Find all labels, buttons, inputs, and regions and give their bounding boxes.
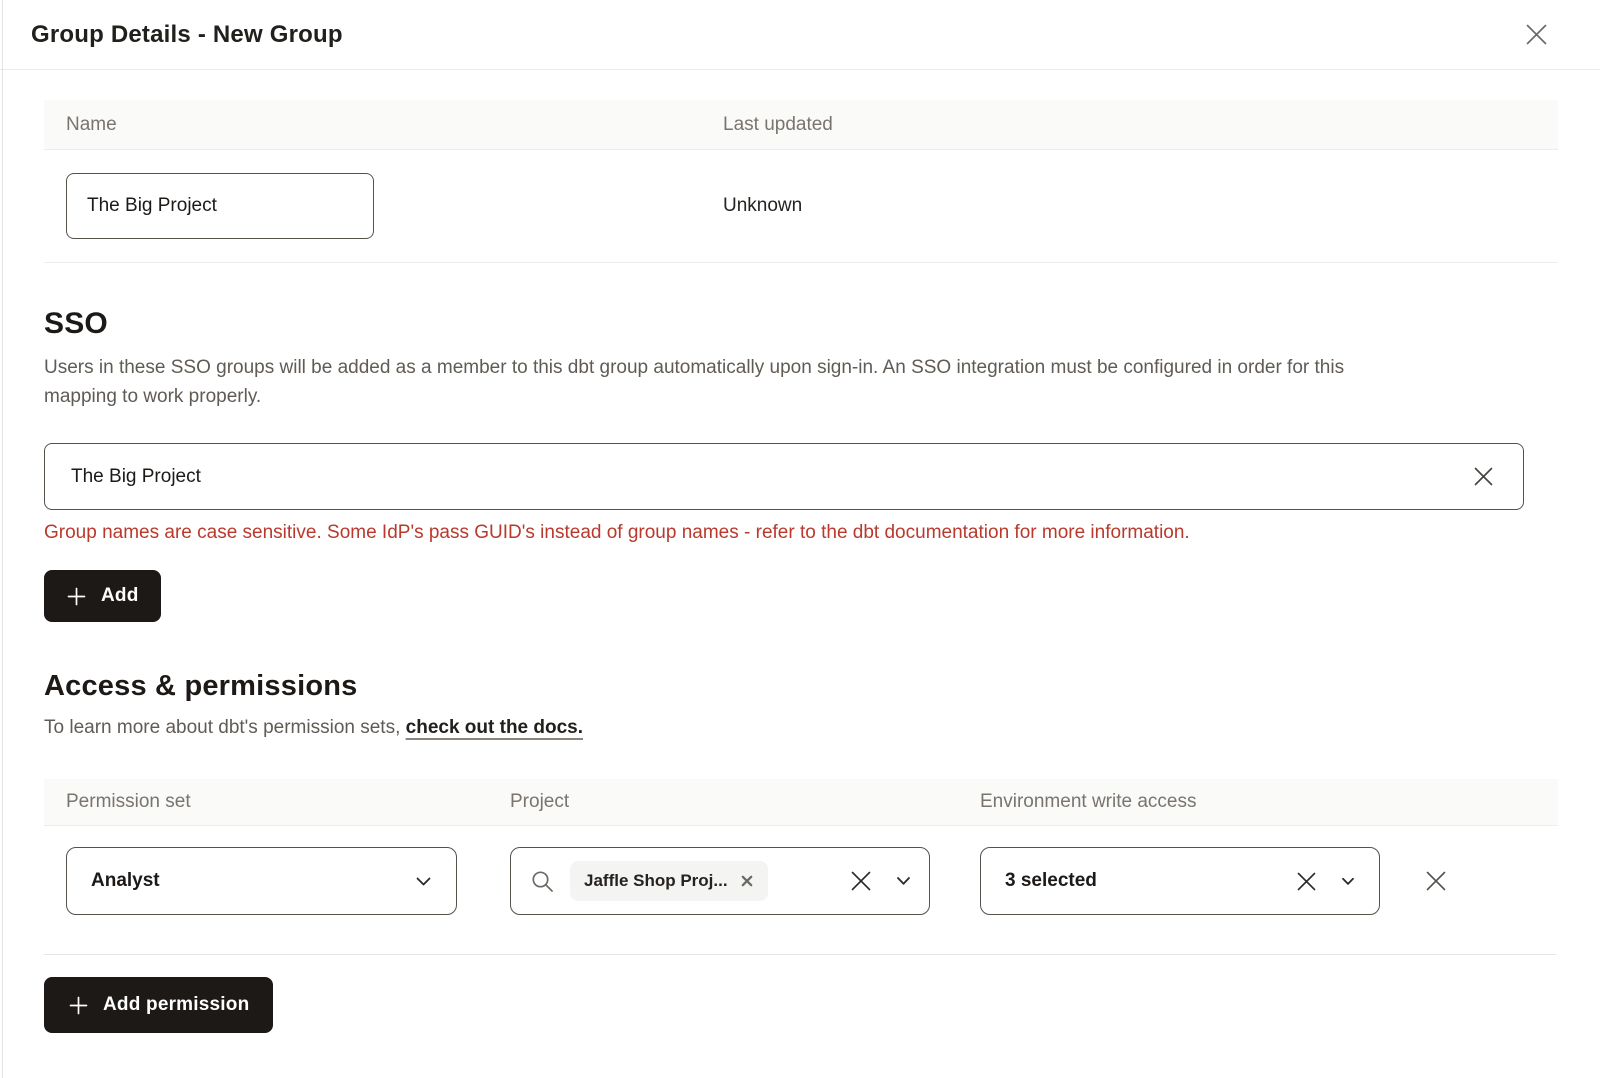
add-sso-group-button-label: Add xyxy=(101,585,139,607)
clear-sso-group-button[interactable] xyxy=(1470,463,1497,490)
section-divider xyxy=(44,954,1556,955)
sso-error-message: Group names are case sensitive. Some IdP… xyxy=(44,522,1600,544)
chevron-down-icon xyxy=(415,876,432,887)
clear-x-icon xyxy=(1470,463,1497,490)
project-multiselect[interactable]: Jaffle Shop Proj... xyxy=(510,847,930,915)
add-sso-group-button[interactable]: Add xyxy=(44,570,161,622)
column-header-name: Name xyxy=(44,114,723,136)
column-header-permission-set: Permission set xyxy=(44,791,500,813)
permissions-section-heading: Access & permissions xyxy=(44,670,1600,703)
sso-group-field xyxy=(44,443,1524,510)
close-icon xyxy=(1521,19,1552,50)
environment-selected-value: 3 selected xyxy=(1005,870,1097,892)
remove-x-icon xyxy=(1422,867,1450,895)
close-modal-button[interactable] xyxy=(1521,19,1552,50)
group-name-input[interactable] xyxy=(66,173,374,239)
permissions-subtext: To learn more about dbt's permission set… xyxy=(44,717,1600,739)
clear-x-icon xyxy=(848,868,874,894)
chip-x-icon xyxy=(740,874,754,888)
column-header-environment-write-access: Environment write access xyxy=(960,791,1558,813)
environment-write-access-select[interactable]: 3 selected xyxy=(980,847,1380,915)
modal-header: Group Details - New Group xyxy=(0,0,1600,70)
sso-section-description: Users in these SSO groups will be added … xyxy=(44,353,1404,411)
sso-group-name-input[interactable] xyxy=(71,466,1470,488)
page-title: Group Details - New Group xyxy=(31,21,343,49)
add-permission-button-label: Add permission xyxy=(103,994,249,1016)
column-header-last-updated: Last updated xyxy=(723,114,1558,136)
environment-clear-button[interactable] xyxy=(1294,869,1319,894)
project-clear-all-button[interactable] xyxy=(848,868,874,894)
plus-icon xyxy=(68,995,89,1016)
add-permission-button[interactable]: Add permission xyxy=(44,977,273,1033)
project-chip-remove-button[interactable] xyxy=(740,874,754,888)
permission-set-selected-value: Analyst xyxy=(91,870,160,892)
search-icon xyxy=(529,868,556,895)
permissions-table-header-row: Permission set Project Environment write… xyxy=(44,779,1558,826)
column-header-project: Project xyxy=(500,791,960,813)
permission-set-select[interactable]: Analyst xyxy=(66,847,457,915)
chevron-down-icon xyxy=(1341,877,1355,886)
clear-x-icon xyxy=(1294,869,1319,894)
table-row: Unknown xyxy=(44,150,1558,263)
project-chip: Jaffle Shop Proj... xyxy=(570,861,768,901)
docs-link[interactable]: check out the docs. xyxy=(406,717,583,738)
group-table-header-row: Name Last updated xyxy=(44,100,1558,150)
remove-permission-row-button[interactable] xyxy=(1422,867,1450,895)
project-chip-label: Jaffle Shop Proj... xyxy=(584,871,728,891)
permissions-subtext-prefix: To learn more about dbt's permission set… xyxy=(44,717,406,738)
sso-section-heading: SSO xyxy=(44,307,1600,341)
last-updated-value: Unknown xyxy=(723,195,1558,217)
plus-icon xyxy=(66,586,87,607)
permission-row: Analyst Jaffle Shop Proj... xyxy=(44,826,1558,936)
group-details-table: Name Last updated Unknown xyxy=(44,100,1558,263)
page-left-edge-divider xyxy=(2,0,3,1078)
permissions-table: Permission set Project Environment write… xyxy=(44,779,1558,936)
chevron-down-icon xyxy=(896,876,911,886)
